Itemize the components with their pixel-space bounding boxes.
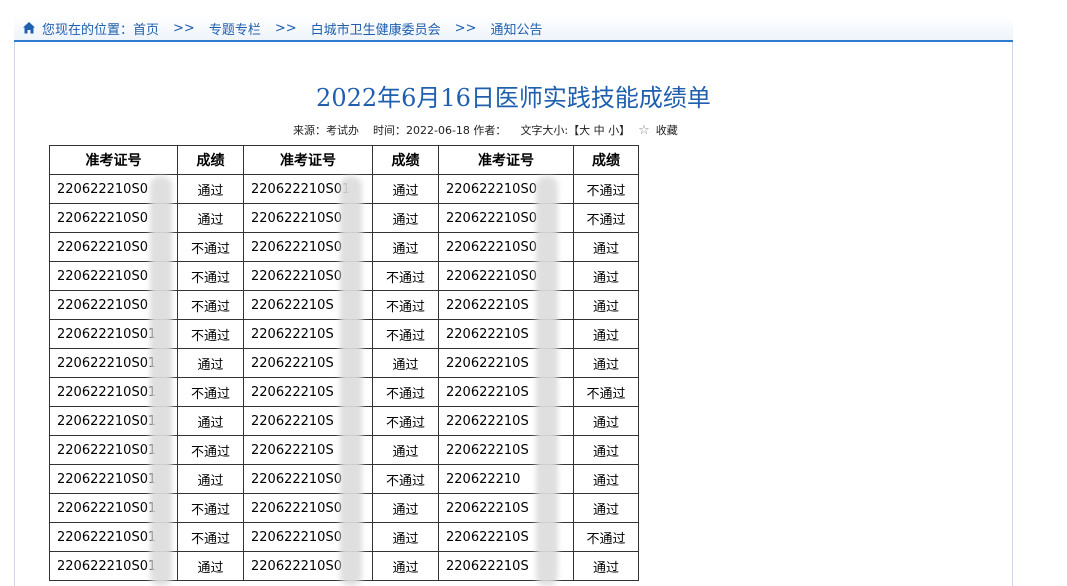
result-cell: 通过 [372, 203, 439, 233]
page-title: 2022年6月16日医师实践技能成绩单 [316, 84, 711, 112]
article-source: 来源：考试办 [293, 124, 359, 137]
table-header-row: 准考证号 成绩 准考证号 成绩 准考证号 成绩 [49, 145, 639, 175]
result-cell: 通过 [177, 348, 244, 378]
column-header-result: 成绩 [573, 145, 639, 175]
redaction-blur [340, 176, 362, 586]
column-header-exam-id: 准考证号 [243, 145, 373, 175]
breadcrumb-separator: >> [274, 20, 297, 36]
result-cell: 通过 [177, 203, 244, 233]
result-cell: 通过 [573, 493, 639, 523]
result-cell: 通过 [372, 551, 439, 581]
result-cell: 通过 [177, 406, 244, 436]
column-header-exam-id: 准考证号 [49, 145, 178, 175]
star-icon[interactable]: ☆ [638, 123, 650, 138]
result-cell: 通过 [573, 261, 639, 291]
column-header-result: 成绩 [177, 145, 244, 175]
breadcrumb-notices-link[interactable]: 通知公告 [490, 19, 542, 38]
column-header-exam-id: 准考证号 [438, 145, 574, 175]
result-cell: 不通过 [372, 290, 439, 320]
result-cell: 通过 [177, 174, 244, 204]
result-cell: 不通过 [372, 319, 439, 349]
result-cell: 通过 [372, 493, 439, 523]
result-cell: 不通过 [177, 493, 244, 523]
breadcrumb-health-commission-link[interactable]: 白城市卫生健康委员会 [311, 19, 441, 38]
font-size-control[interactable]: 文字大小:【大 中 小】 [520, 122, 630, 138]
result-cell: 通过 [573, 348, 639, 378]
result-cell: 不通过 [177, 261, 244, 291]
redaction-blur [150, 176, 172, 586]
article-meta: 来源：考试办 时间：2022-06-18 作者： 文字大小:【大 中 小】 ☆ … [293, 122, 692, 138]
column-header-result: 成绩 [372, 145, 439, 175]
result-cell: 不通过 [372, 261, 439, 291]
home-icon[interactable] [22, 21, 36, 35]
article-time: 时间：2022-06-18 作者： [373, 124, 507, 137]
result-cell: 不通过 [573, 203, 639, 233]
favorite-link[interactable]: 收藏 [656, 122, 678, 138]
redaction-blur [536, 176, 558, 586]
breadcrumb-prefix: 您现在的位置： [42, 22, 134, 38]
result-cell: 通过 [573, 232, 639, 262]
result-cell: 通过 [372, 174, 439, 204]
result-cell: 不通过 [573, 174, 639, 204]
result-cell: 不通过 [177, 522, 244, 552]
result-cell: 通过 [573, 406, 639, 436]
result-cell: 通过 [372, 435, 439, 465]
result-cell: 不通过 [177, 319, 244, 349]
result-cell: 不通过 [372, 464, 439, 494]
result-cell: 通过 [372, 522, 439, 552]
breadcrumb: 您现在的位置： 首页 >> 专题专栏 >> 白城市卫生健康委员会 >> 通知公告 [14, 16, 1013, 42]
result-cell: 不通过 [573, 377, 639, 407]
result-cell: 通过 [372, 348, 439, 378]
breadcrumb-special-topics-link[interactable]: 专题专栏 [209, 19, 261, 38]
result-cell: 通过 [177, 551, 244, 581]
result-cell: 不通过 [573, 522, 639, 552]
result-cell: 不通过 [177, 435, 244, 465]
result-cell: 不通过 [177, 290, 244, 320]
result-cell: 通过 [573, 551, 639, 581]
result-cell: 不通过 [372, 406, 439, 436]
result-cell: 通过 [573, 319, 639, 349]
result-cell: 通过 [177, 464, 244, 494]
breadcrumb-separator: >> [173, 20, 195, 36]
result-cell: 不通过 [177, 377, 244, 407]
breadcrumb-home-link[interactable]: 首页 [133, 19, 159, 38]
breadcrumb-separator: >> [454, 20, 477, 36]
result-cell: 不通过 [177, 232, 244, 262]
result-cell: 不通过 [372, 377, 439, 407]
result-cell: 通过 [573, 435, 639, 465]
result-cell: 通过 [372, 232, 439, 262]
result-cell: 通过 [573, 464, 639, 494]
result-cell: 通过 [573, 290, 639, 320]
